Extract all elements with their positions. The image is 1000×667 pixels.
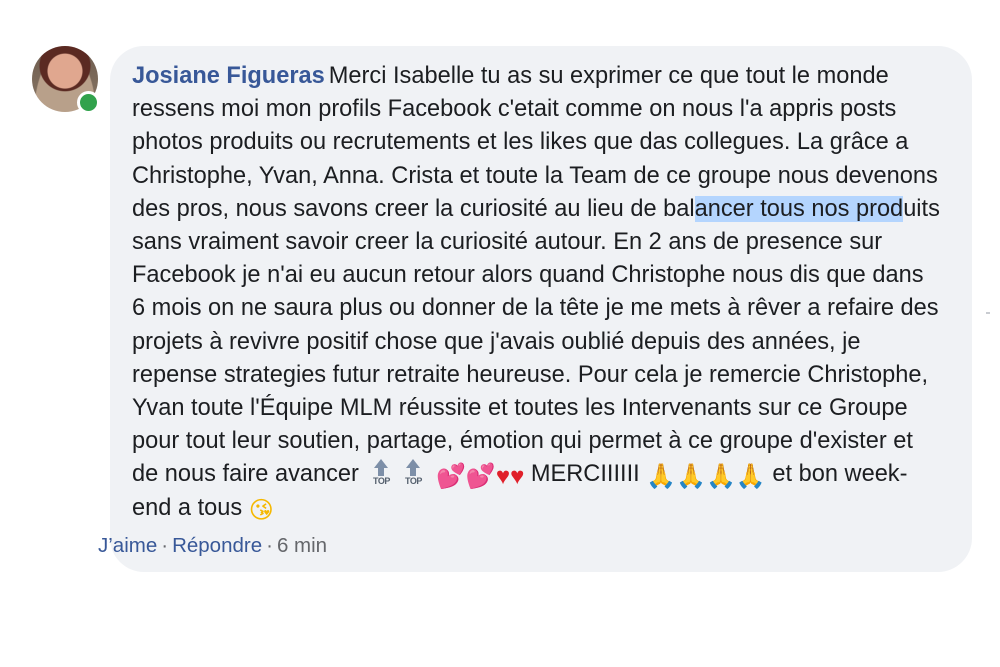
folded-hands-icon: 🙏	[706, 463, 736, 491]
comment-actions: J’aime · Répondre · 6 min	[98, 532, 327, 560]
comment-text: Josiane Figueras Merci Isabelle tu as su …	[132, 60, 942, 525]
separator: ·	[266, 534, 273, 557]
author-name-link[interactable]: Josiane Figueras	[132, 63, 325, 89]
top-arrow-icon: TOP	[400, 459, 426, 487]
reply-button[interactable]: Répondre	[172, 534, 262, 557]
like-button[interactable]: J’aime	[98, 534, 157, 557]
red-heart-icon: ♥	[495, 463, 511, 491]
two-hearts-icon: 💕	[465, 463, 496, 491]
comment-body-rest: uits sans vraiment savoir creer la curio…	[132, 195, 940, 488]
folded-hands-icon: 🙏	[676, 463, 707, 491]
folded-hands-icon: 🙏	[646, 463, 677, 491]
comment-bubble: Josiane Figueras Merci Isabelle tu as su …	[110, 46, 972, 572]
red-heart-icon: ♥	[510, 463, 525, 491]
online-status-dot	[77, 91, 100, 114]
merci-text: MERCIIIIII	[530, 461, 640, 488]
separator: ·	[161, 534, 169, 557]
avatar[interactable]	[32, 46, 100, 114]
kiss-face-icon: 😘	[248, 496, 274, 524]
scroll-mark	[986, 312, 990, 314]
top-arrow-icon: TOP	[368, 459, 394, 487]
two-hearts-icon: 💕	[436, 463, 466, 491]
folded-hands-icon: 🙏	[735, 463, 766, 491]
selected-text-highlight: ancer tous nos prod	[694, 195, 904, 222]
timestamp[interactable]: 6 min	[277, 534, 327, 557]
